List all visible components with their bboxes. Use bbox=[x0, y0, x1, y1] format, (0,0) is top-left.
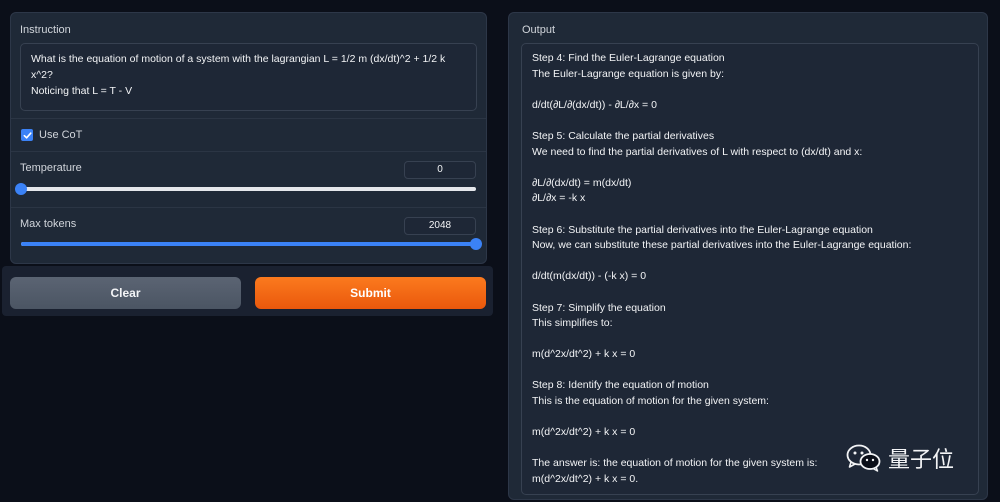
max-tokens-slider-thumb[interactable] bbox=[470, 238, 482, 250]
max-tokens-label: Max tokens bbox=[20, 218, 77, 230]
divider bbox=[11, 118, 486, 119]
divider bbox=[11, 151, 486, 152]
instruction-input[interactable]: What is the equation of motion of a syst… bbox=[20, 43, 477, 111]
watermark-text: 量子位 bbox=[888, 448, 955, 473]
wechat-icon bbox=[846, 444, 881, 472]
temperature-slider-thumb[interactable] bbox=[15, 183, 27, 195]
input-panel: Instruction What is the equation of moti… bbox=[10, 12, 487, 264]
temperature-input[interactable]: 0 bbox=[404, 161, 476, 179]
divider bbox=[11, 207, 486, 208]
use-cot-label: Use CoT bbox=[39, 129, 83, 141]
max-tokens-input[interactable]: 2048 bbox=[404, 217, 476, 235]
button-row: Clear Submit bbox=[2, 266, 493, 316]
output-panel: Output Step 4: Find the Euler-Lagrange e… bbox=[508, 12, 988, 500]
max-tokens-slider-fill bbox=[21, 242, 476, 246]
output-text[interactable]: Step 4: Find the Euler-Lagrange equation… bbox=[521, 43, 979, 495]
temperature-slider[interactable] bbox=[15, 183, 476, 195]
use-cot-checkbox[interactable] bbox=[21, 129, 33, 141]
watermark: 量子位 bbox=[846, 442, 954, 474]
instruction-label: Instruction bbox=[20, 24, 71, 36]
output-label: Output bbox=[522, 24, 556, 36]
checkmark-icon bbox=[23, 131, 32, 139]
temperature-label: Temperature bbox=[20, 162, 82, 174]
submit-button[interactable]: Submit bbox=[255, 277, 486, 309]
max-tokens-slider[interactable] bbox=[21, 238, 482, 250]
clear-button[interactable]: Clear bbox=[10, 277, 241, 309]
